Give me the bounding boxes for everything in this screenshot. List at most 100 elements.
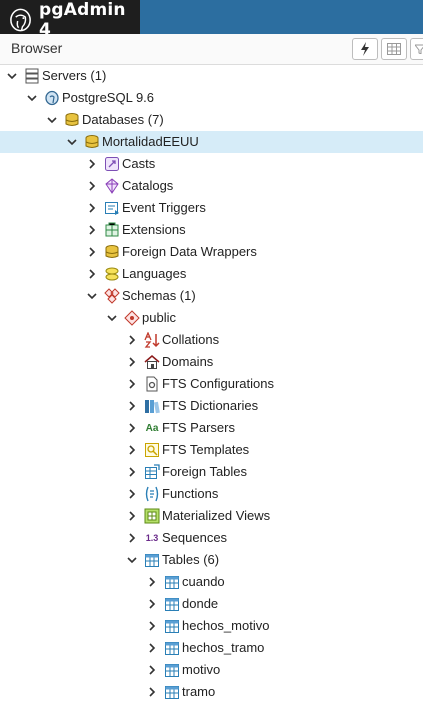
elephant-icon <box>44 90 60 106</box>
chevron-right-icon[interactable] <box>126 400 138 412</box>
tree-node-databases[interactable]: Databases (7) <box>0 109 423 131</box>
chevron-down-icon[interactable] <box>66 136 78 148</box>
chevron-right-icon[interactable] <box>126 334 138 346</box>
tree-node-catalogs[interactable]: Catalogs <box>0 175 423 197</box>
chevron-right-icon[interactable] <box>126 466 138 478</box>
tree-label: cuando <box>182 574 225 589</box>
tree-label: FTS Configurations <box>162 376 274 391</box>
tree-node-table-cuando[interactable]: cuando <box>0 571 423 593</box>
tree-label: donde <box>182 596 219 611</box>
foreign-table-icon <box>144 464 160 480</box>
filter-icon <box>415 44 423 54</box>
chevron-right-icon[interactable] <box>126 510 138 522</box>
tree-node-table-donde[interactable]: donde <box>0 593 423 615</box>
tree-node-schema-public[interactable]: public <box>0 307 423 329</box>
tree-label: Languages <box>122 266 187 281</box>
fts-parser-icon: Aa <box>145 422 159 434</box>
tree-node-table-motivo[interactable]: motivo <box>0 659 423 681</box>
tree-node-schemas[interactable]: Schemas (1) <box>0 285 423 307</box>
tree-node-tables[interactable]: Tables (6) <box>0 549 423 571</box>
chevron-right-icon[interactable] <box>126 488 138 500</box>
grid-icon <box>387 43 401 55</box>
chevron-right-icon[interactable] <box>126 532 138 544</box>
tree-node-collations[interactable]: Collations <box>0 329 423 351</box>
tree-node-sequences[interactable]: 1.3 Sequences <box>0 527 423 549</box>
tree-node-materialized-views[interactable]: Materialized Views <box>0 505 423 527</box>
filter-button[interactable] <box>410 38 423 60</box>
tree-node-fts-parsers[interactable]: Aa FTS Parsers <box>0 417 423 439</box>
collation-icon <box>144 332 160 348</box>
tree-label: Sequences <box>162 530 228 545</box>
tree-label: Casts <box>122 156 156 171</box>
tree-node-foreign-data-wrappers[interactable]: Foreign Data Wrappers <box>0 241 423 263</box>
function-icon <box>144 486 160 502</box>
chevron-down-icon[interactable] <box>106 312 118 324</box>
chevron-right-icon[interactable] <box>86 224 98 236</box>
chevron-down-icon[interactable] <box>6 70 18 82</box>
tree-label: Servers (1) <box>42 68 107 83</box>
chevron-down-icon[interactable] <box>126 554 138 566</box>
chevron-down-icon[interactable] <box>46 114 58 126</box>
tree-node-fts-dictionaries[interactable]: FTS Dictionaries <box>0 395 423 417</box>
chevron-right-icon[interactable] <box>126 378 138 390</box>
tree-label: Event Triggers <box>122 200 206 215</box>
tree-node-casts[interactable]: Casts <box>0 153 423 175</box>
chevron-right-icon[interactable] <box>146 642 158 654</box>
table-icon <box>164 596 180 612</box>
materialized-view-icon <box>144 508 160 524</box>
database-stack-icon <box>64 112 80 128</box>
browser-panel-header: Browser <box>0 34 423 65</box>
table-icon <box>164 684 180 700</box>
tree-label: Extensions <box>122 222 186 237</box>
chevron-right-icon[interactable] <box>126 444 138 456</box>
tree-node-event-triggers[interactable]: Event Triggers <box>0 197 423 219</box>
tree-node-functions[interactable]: Functions <box>0 483 423 505</box>
fts-configuration-icon <box>144 376 160 392</box>
tree-node-postgresql[interactable]: PostgreSQL 9.6 <box>0 87 423 109</box>
chevron-right-icon[interactable] <box>126 356 138 368</box>
chevron-right-icon[interactable] <box>146 598 158 610</box>
tree-node-database-mortalidadeeuu[interactable]: MortalidadEEUU <box>0 131 423 153</box>
tree-node-table-tramo[interactable]: tramo <box>0 681 423 703</box>
tree-label: Databases (7) <box>82 112 164 127</box>
tree-node-domains[interactable]: Domains <box>0 351 423 373</box>
table-icon <box>164 640 180 656</box>
chevron-right-icon[interactable] <box>146 664 158 676</box>
tree-node-table-hechos-tramo[interactable]: hechos_tramo <box>0 637 423 659</box>
tree-label: tramo <box>182 684 216 699</box>
chevron-down-icon[interactable] <box>86 290 98 302</box>
database-icon <box>84 134 100 150</box>
chevron-right-icon[interactable] <box>86 246 98 258</box>
chevron-right-icon[interactable] <box>86 158 98 170</box>
schemas-icon <box>104 288 120 304</box>
tree-label: motivo <box>182 662 221 677</box>
chevron-right-icon[interactable] <box>126 422 138 434</box>
tree-node-servers[interactable]: Servers (1) <box>0 65 423 87</box>
tree-node-table-hechos-motivo[interactable]: hechos_motivo <box>0 615 423 637</box>
table-icon <box>164 662 180 678</box>
tree-node-fts-templates[interactable]: FTS Templates <box>0 439 423 461</box>
view-data-button[interactable] <box>381 38 407 60</box>
tree-node-extensions[interactable]: Extensions <box>0 219 423 241</box>
chevron-down-icon[interactable] <box>26 92 38 104</box>
tree-label: hechos_motivo <box>182 618 270 633</box>
chevron-right-icon[interactable] <box>146 576 158 588</box>
catalog-icon <box>104 178 120 194</box>
lightning-icon <box>361 42 369 56</box>
tree-label: Schemas (1) <box>122 288 196 303</box>
chevron-right-icon[interactable] <box>146 620 158 632</box>
chevron-right-icon[interactable] <box>86 202 98 214</box>
tree-node-fts-configurations[interactable]: FTS Configurations <box>0 373 423 395</box>
tree-node-foreign-tables[interactable]: Foreign Tables <box>0 461 423 483</box>
extension-icon <box>104 222 120 238</box>
query-tool-button[interactable] <box>352 38 378 60</box>
chevron-right-icon[interactable] <box>86 180 98 192</box>
chevron-right-icon[interactable] <box>86 268 98 280</box>
tree-label: public <box>142 310 176 325</box>
tree-label: Foreign Tables <box>162 464 248 479</box>
tree-label: Collations <box>162 332 220 347</box>
tree-node-languages[interactable]: Languages <box>0 263 423 285</box>
chevron-right-icon[interactable] <box>146 686 158 698</box>
tree-label: Tables (6) <box>162 552 220 567</box>
tree-label: Catalogs <box>122 178 174 193</box>
